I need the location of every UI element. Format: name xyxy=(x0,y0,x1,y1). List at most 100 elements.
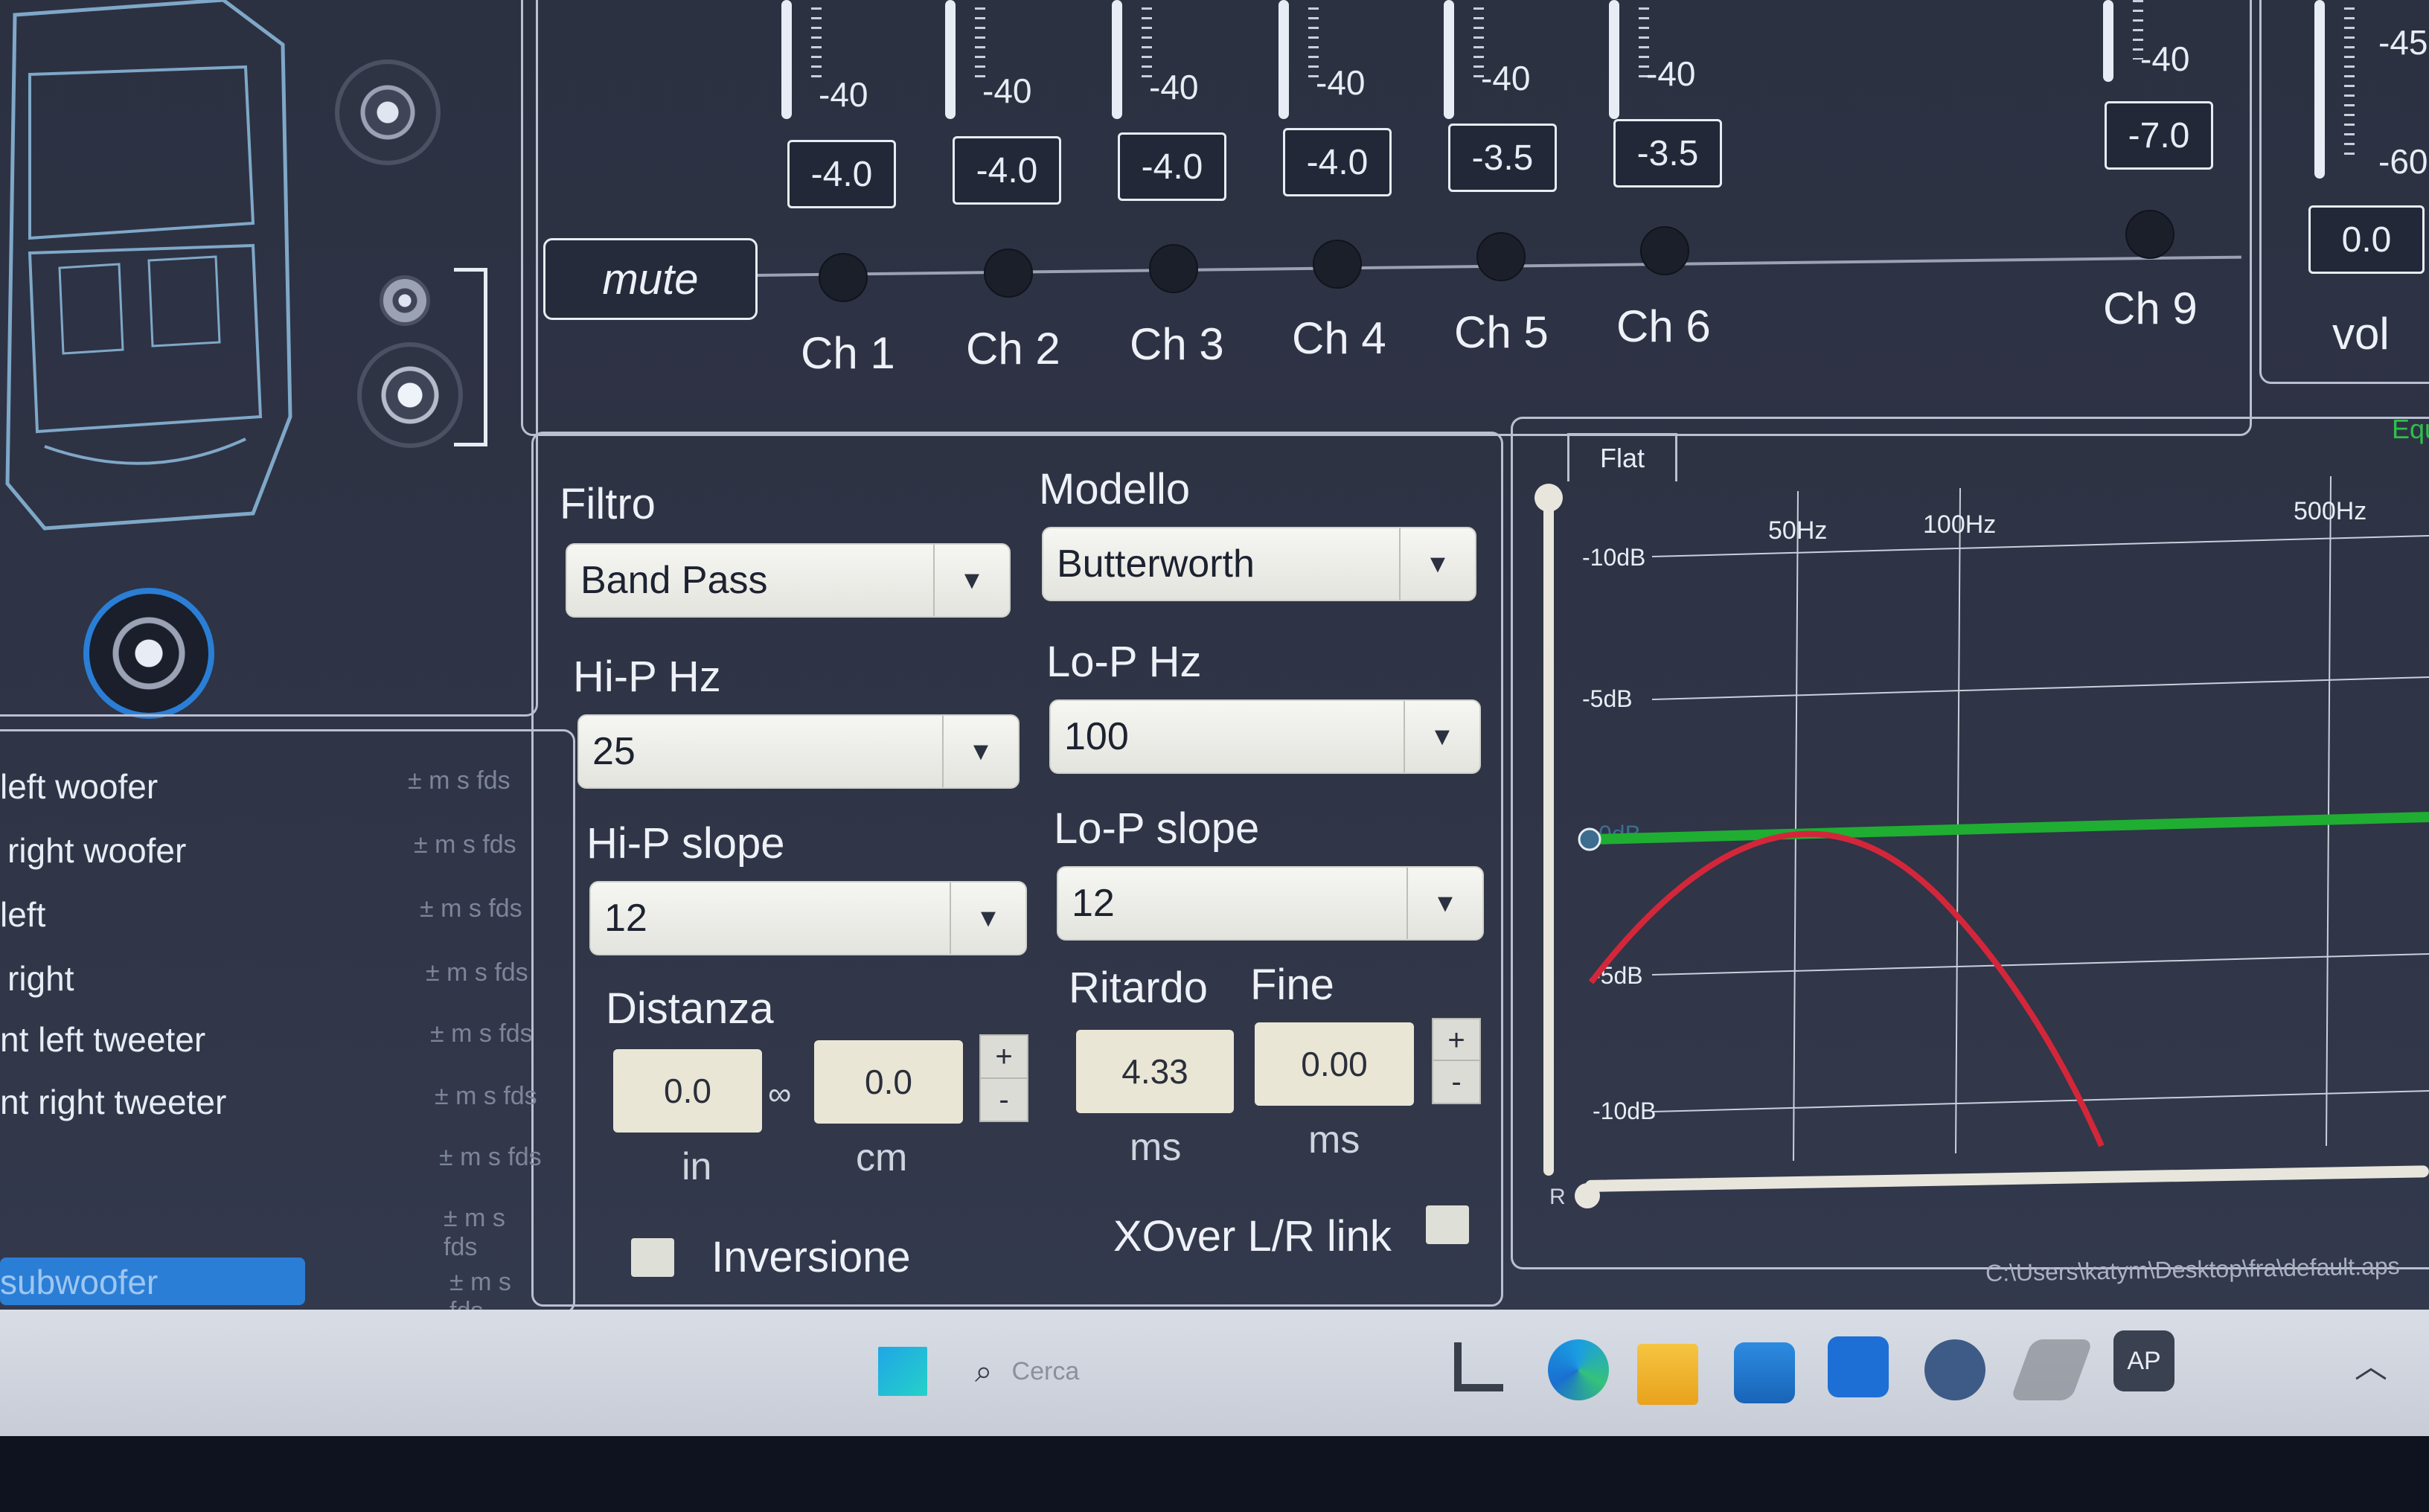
lop-slope-dropdown[interactable]: 12 ▼ xyxy=(1057,866,1484,941)
unit-ms-fine: ms xyxy=(1308,1118,1360,1162)
list-item-name: nt left tweeter xyxy=(0,1020,206,1059)
ritardo-label: Ritardo xyxy=(1069,964,1208,1012)
app-l-icon[interactable] xyxy=(1828,1336,1889,1397)
store-icon[interactable] xyxy=(1734,1342,1795,1403)
hip-hz-value: 25 xyxy=(592,730,636,773)
chevron-down-icon: ▼ xyxy=(942,716,1018,787)
vertical-slider-thumb[interactable] xyxy=(1534,484,1563,512)
channel-knob-ch2[interactable] xyxy=(984,249,1033,298)
freq-label-500hz: 500Hz xyxy=(2294,497,2366,525)
unit-ms-ritardo: ms xyxy=(1130,1126,1182,1169)
gain-value-ch9[interactable]: -7.0 xyxy=(2105,101,2213,170)
task-view-icon[interactable] xyxy=(1454,1342,1503,1391)
channel-label-ch5[interactable]: Ch 5 xyxy=(1454,307,1549,358)
channel-label-ch9[interactable]: Ch 9 xyxy=(2103,283,2198,334)
channel-knob-ch1[interactable] xyxy=(819,253,868,302)
list-item[interactable]: ± m s fds xyxy=(0,1204,543,1261)
xover-link-checkbox[interactable] xyxy=(1426,1205,1469,1244)
fine-plus-button[interactable]: + xyxy=(1432,1018,1481,1063)
list-item[interactable]: left woofer ± m s fds xyxy=(0,766,543,819)
list-item-name: nt right tweeter xyxy=(0,1083,227,1121)
list-item-name: left woofer xyxy=(0,767,159,806)
volume-scale-bottom: -60 xyxy=(2378,142,2428,181)
db-label-upper: -5dB xyxy=(1582,685,1633,712)
app-window: -40 -4.0 -40 -4.0 -40 -4.0 -40 -4.0 -40 … xyxy=(0,0,2429,1384)
chevron-up-icon[interactable]: ︿ xyxy=(2355,1339,2387,1387)
inversione-checkbox[interactable] xyxy=(631,1238,674,1277)
channel-knob-ch4[interactable] xyxy=(1313,240,1362,289)
hip-slope-dropdown[interactable]: 12 ▼ xyxy=(589,881,1027,955)
volume-fader[interactable] xyxy=(2314,0,2325,179)
modello-label: Modello xyxy=(1039,465,1191,513)
list-item[interactable]: nt right tweeter ± m s fds xyxy=(0,1082,543,1134)
list-item-selected[interactable]: subwoofer ± m s fds xyxy=(0,1258,543,1325)
app-card-icon[interactable] xyxy=(2010,1339,2093,1400)
distanza-cm-field[interactable]: 0.0 xyxy=(814,1040,963,1124)
gain-value-ch6[interactable]: -3.5 xyxy=(1613,119,1722,188)
list-item-meta: ± m s fds xyxy=(420,894,522,923)
ap-app-icon[interactable]: AP xyxy=(2113,1330,2174,1391)
chevron-down-icon: ▼ xyxy=(950,882,1025,954)
lop-slope-label: Lo-P slope xyxy=(1054,804,1260,853)
channel-knob-ch6[interactable] xyxy=(1640,226,1689,275)
channel-knob-ch9[interactable] xyxy=(2125,210,2174,259)
inversione-label: Inversione xyxy=(711,1233,911,1281)
gain-value-ch3[interactable]: -4.0 xyxy=(1118,132,1226,201)
windows-start-icon[interactable] xyxy=(878,1347,927,1396)
eq-flat-line xyxy=(1592,812,2429,845)
volume-scale xyxy=(2344,7,2355,156)
db-label-bottom: -10dB xyxy=(1593,1098,1656,1124)
list-item-meta: ± m s fds xyxy=(408,766,511,795)
hip-hz-dropdown[interactable]: 25 ▼ xyxy=(577,714,1020,789)
gain-value-ch1[interactable]: -4.0 xyxy=(787,140,896,208)
list-item-name: right woofer xyxy=(7,831,187,870)
distanza-label: Distanza xyxy=(606,984,774,1033)
volume-scale-top: -45 xyxy=(2378,23,2428,62)
channel-label-ch1[interactable]: Ch 1 xyxy=(801,327,895,379)
db-label-top: -10dB xyxy=(1582,544,1645,571)
distanza-in-field[interactable]: 0.0 xyxy=(613,1049,762,1133)
modello-dropdown[interactable]: Butterworth ▼ xyxy=(1042,527,1476,601)
grid-line-500hz xyxy=(2326,475,2332,1147)
list-item[interactable]: nt left tweeter ± m s fds xyxy=(0,1019,543,1071)
fine-minus-button[interactable]: - xyxy=(1432,1060,1481,1104)
distanza-minus-button[interactable]: - xyxy=(979,1077,1028,1122)
edge-browser-icon[interactable] xyxy=(1548,1339,1609,1400)
gain-value-ch5[interactable]: -3.5 xyxy=(1448,124,1557,192)
channel-label-ch2[interactable]: Ch 2 xyxy=(966,323,1060,374)
distanza-plus-button[interactable]: + xyxy=(979,1034,1028,1079)
hip-hz-label: Hi-P Hz xyxy=(573,653,721,701)
grid-line-bottom xyxy=(1651,1090,2429,1112)
ap-app-badge: AP xyxy=(2127,1346,2161,1375)
ritardo-field[interactable]: 4.33 xyxy=(1076,1030,1234,1113)
freq-label-100hz: 100Hz xyxy=(1923,510,1996,539)
lop-hz-dropdown[interactable]: 100 ▼ xyxy=(1049,699,1481,774)
fine-field[interactable]: 0.00 xyxy=(1255,1022,1414,1106)
list-item[interactable]: left ± m s fds xyxy=(0,894,543,946)
volume-value[interactable]: 0.0 xyxy=(2308,205,2425,274)
channel-label-ch4[interactable]: Ch 4 xyxy=(1292,313,1386,364)
list-item-meta: ± m s fds xyxy=(430,1019,533,1048)
eq-response-curve xyxy=(1588,830,2105,1147)
grid-line-lower xyxy=(1651,953,2429,976)
list-item[interactable]: right woofer ± m s fds xyxy=(0,830,543,882)
channel-knob-ch5[interactable] xyxy=(1476,232,1526,281)
gain-value-ch4[interactable]: -4.0 xyxy=(1283,128,1392,196)
filtro-dropdown[interactable]: Band Pass ▼ xyxy=(566,543,1011,618)
list-item-name: left xyxy=(0,895,46,934)
mute-button[interactable]: mute xyxy=(543,238,758,320)
modello-value: Butterworth xyxy=(1057,542,1255,586)
list-item[interactable]: right ± m s fds xyxy=(0,958,543,1010)
app-a-icon[interactable] xyxy=(1924,1339,1985,1400)
channel-label-ch3[interactable]: Ch 3 xyxy=(1130,318,1224,370)
file-explorer-icon[interactable] xyxy=(1637,1344,1698,1405)
horizontal-slider-thumb[interactable] xyxy=(1575,1183,1600,1208)
list-item[interactable]: ± m s fds xyxy=(0,1143,543,1195)
gain-value-ch2[interactable]: -4.0 xyxy=(953,136,1061,205)
search-box[interactable]: ⌕ Cerca xyxy=(975,1345,1168,1397)
list-item-name: right xyxy=(7,959,74,998)
channel-label-ch6[interactable]: Ch 6 xyxy=(1616,301,1711,352)
vertical-slider-track[interactable] xyxy=(1543,491,1554,1176)
channel-knob-ch3[interactable] xyxy=(1149,244,1198,293)
link-icon[interactable]: ∞ xyxy=(768,1076,791,1113)
